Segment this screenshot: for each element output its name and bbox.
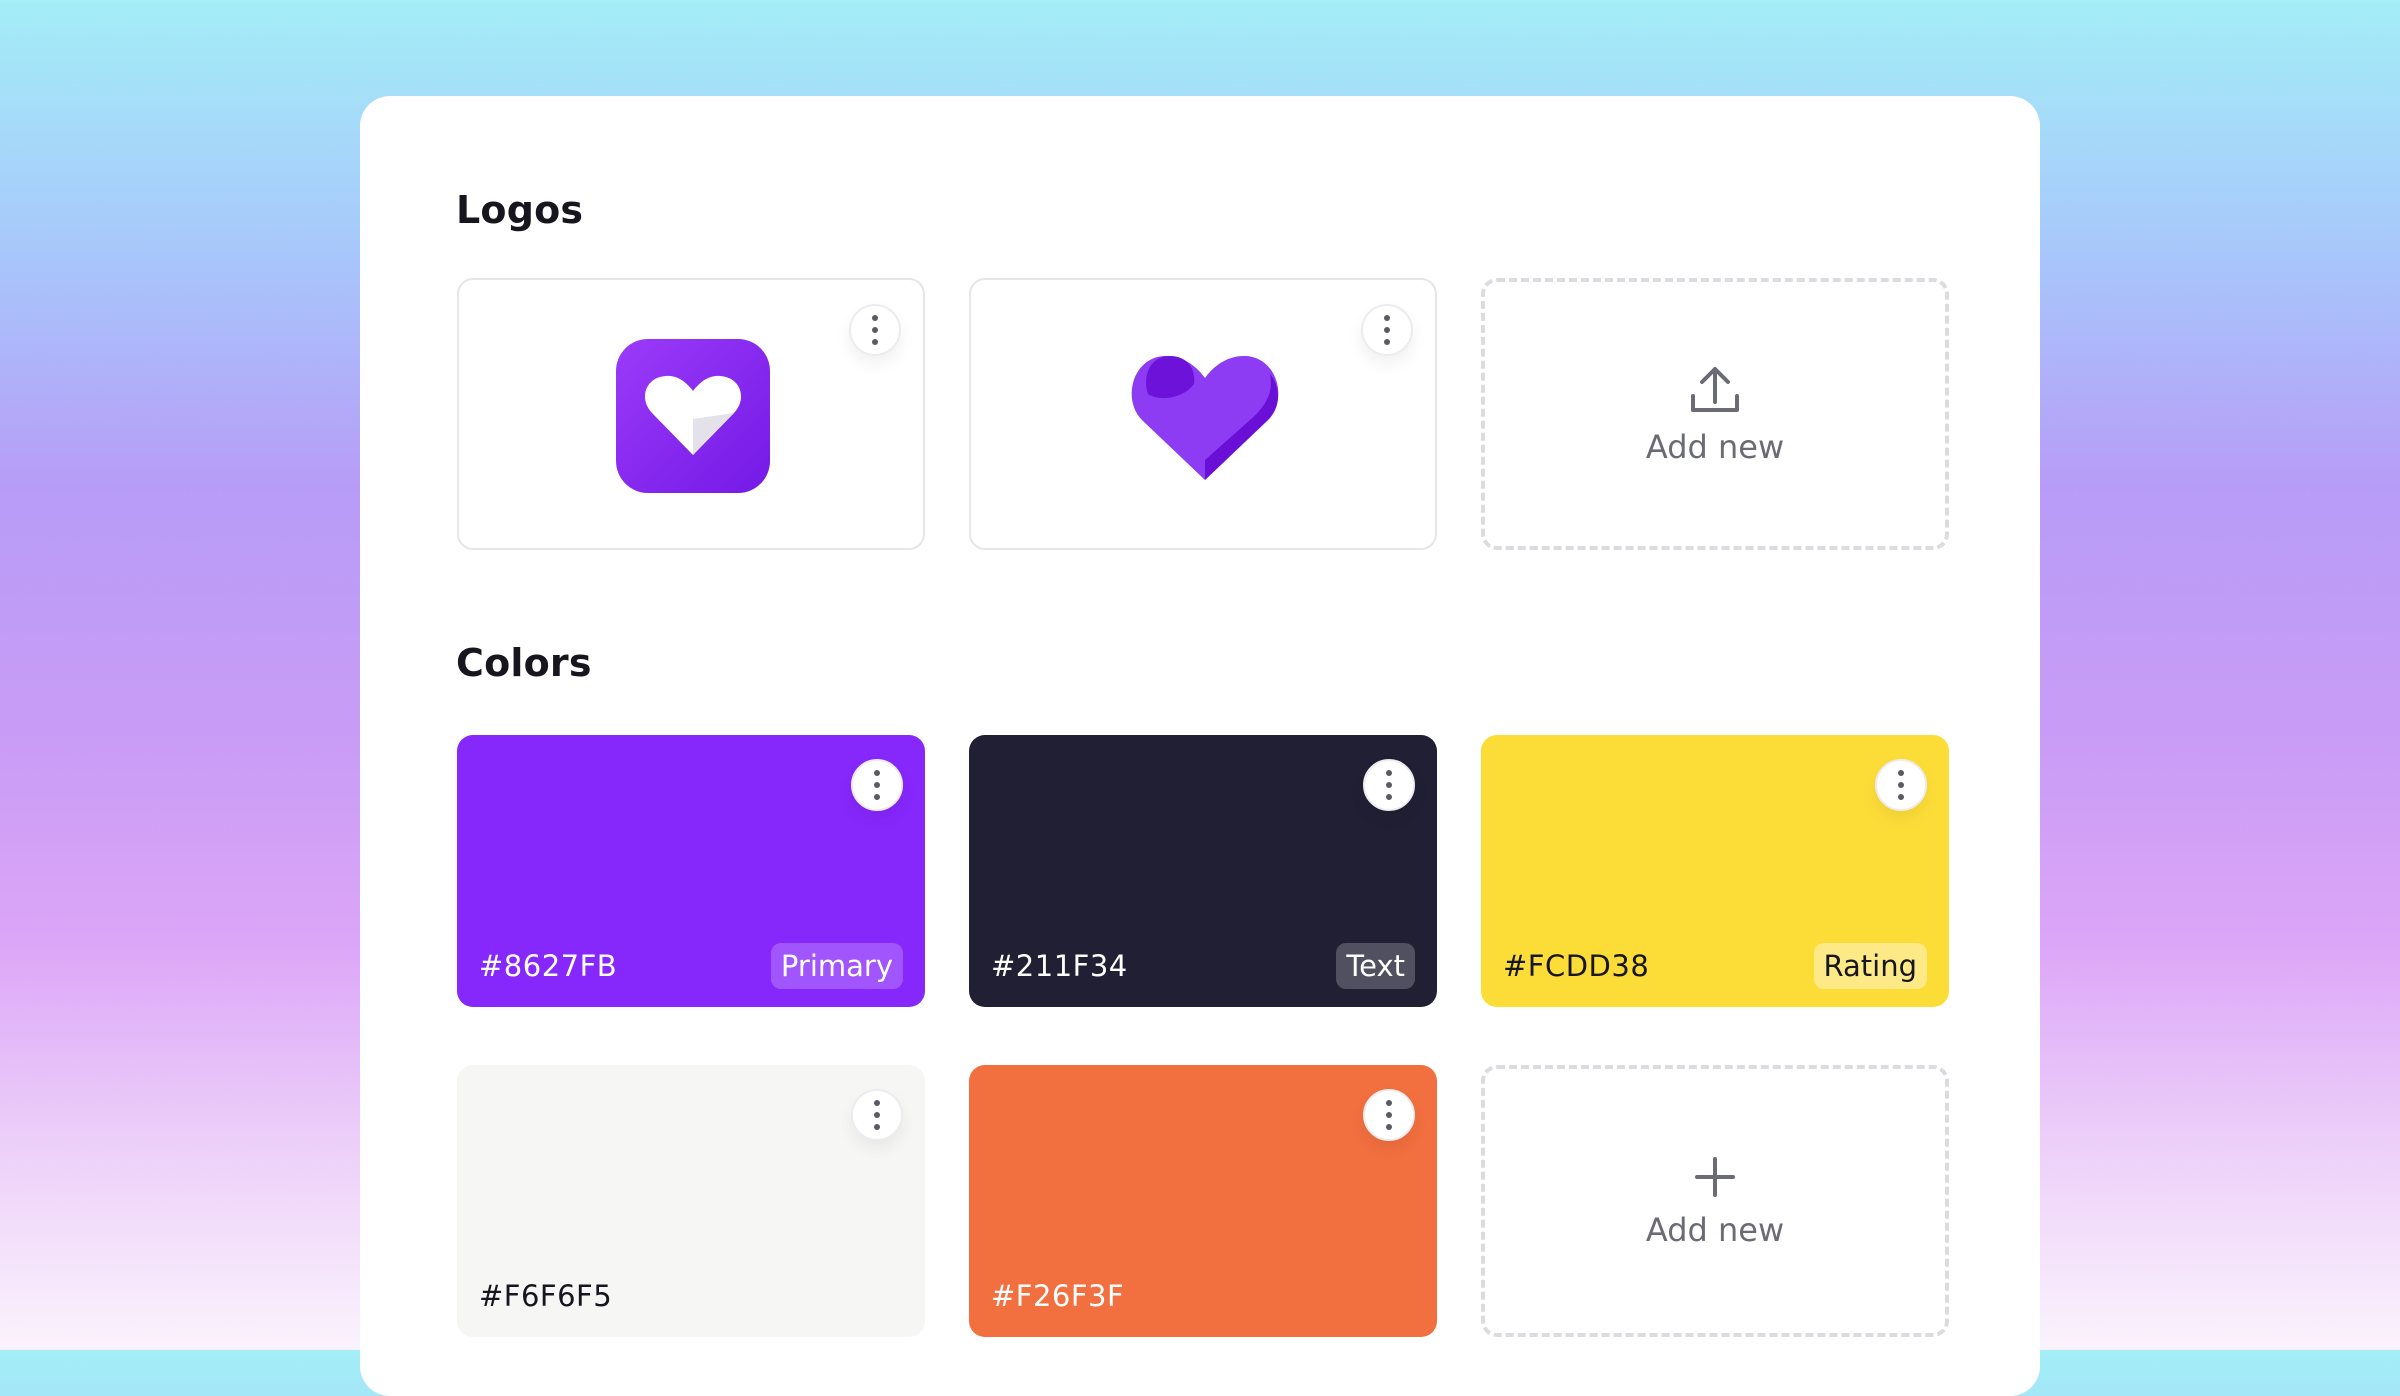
color-swatch[interactable]: #F6F6F5 (457, 1065, 925, 1337)
color-swatch-text[interactable]: #211F34 Text (969, 735, 1437, 1007)
plus-icon (1695, 1157, 1735, 1197)
logo-card[interactable] (457, 278, 925, 550)
upload-icon (1691, 367, 1739, 412)
color-hex: #F26F3F (991, 1279, 1125, 1313)
color-swatch-primary[interactable]: #8627FB Primary (457, 735, 925, 1007)
heart-icon (1131, 355, 1279, 480)
section-title-logos: Logos (456, 188, 584, 232)
add-new-label: Add new (1645, 428, 1785, 466)
color-hex: #FCDD38 (1503, 949, 1650, 983)
color-tag: Primary (770, 943, 903, 989)
color-hex: #F6F6F5 (479, 1279, 613, 1313)
color-add-new-card[interactable]: Add new (1481, 1065, 1949, 1337)
color-swatch[interactable]: #F26F3F (969, 1065, 1437, 1337)
more-vertical-icon[interactable] (1363, 759, 1415, 811)
more-vertical-icon[interactable] (1363, 1089, 1415, 1141)
more-vertical-icon[interactable] (849, 304, 901, 356)
color-hex: #211F34 (991, 949, 1128, 983)
color-hex: #8627FB (479, 949, 618, 983)
color-swatch-rating[interactable]: #FCDD38 Rating (1481, 735, 1949, 1007)
brand-kit-panel: Logos Add new Colors #8627FB Primary #21… (360, 96, 2040, 1396)
section-title-colors: Colors (456, 641, 592, 685)
more-vertical-icon[interactable] (1361, 304, 1413, 356)
more-vertical-icon[interactable] (851, 759, 903, 811)
more-vertical-icon[interactable] (851, 1089, 903, 1141)
color-tag: Rating (1813, 943, 1927, 989)
color-tag: Text (1336, 943, 1415, 989)
logo-card[interactable] (969, 278, 1437, 550)
more-vertical-icon[interactable] (1875, 759, 1927, 811)
logo-add-new-card[interactable]: Add new (1481, 278, 1949, 550)
heart-app-icon (616, 339, 770, 493)
add-new-label: Add new (1645, 1211, 1785, 1249)
